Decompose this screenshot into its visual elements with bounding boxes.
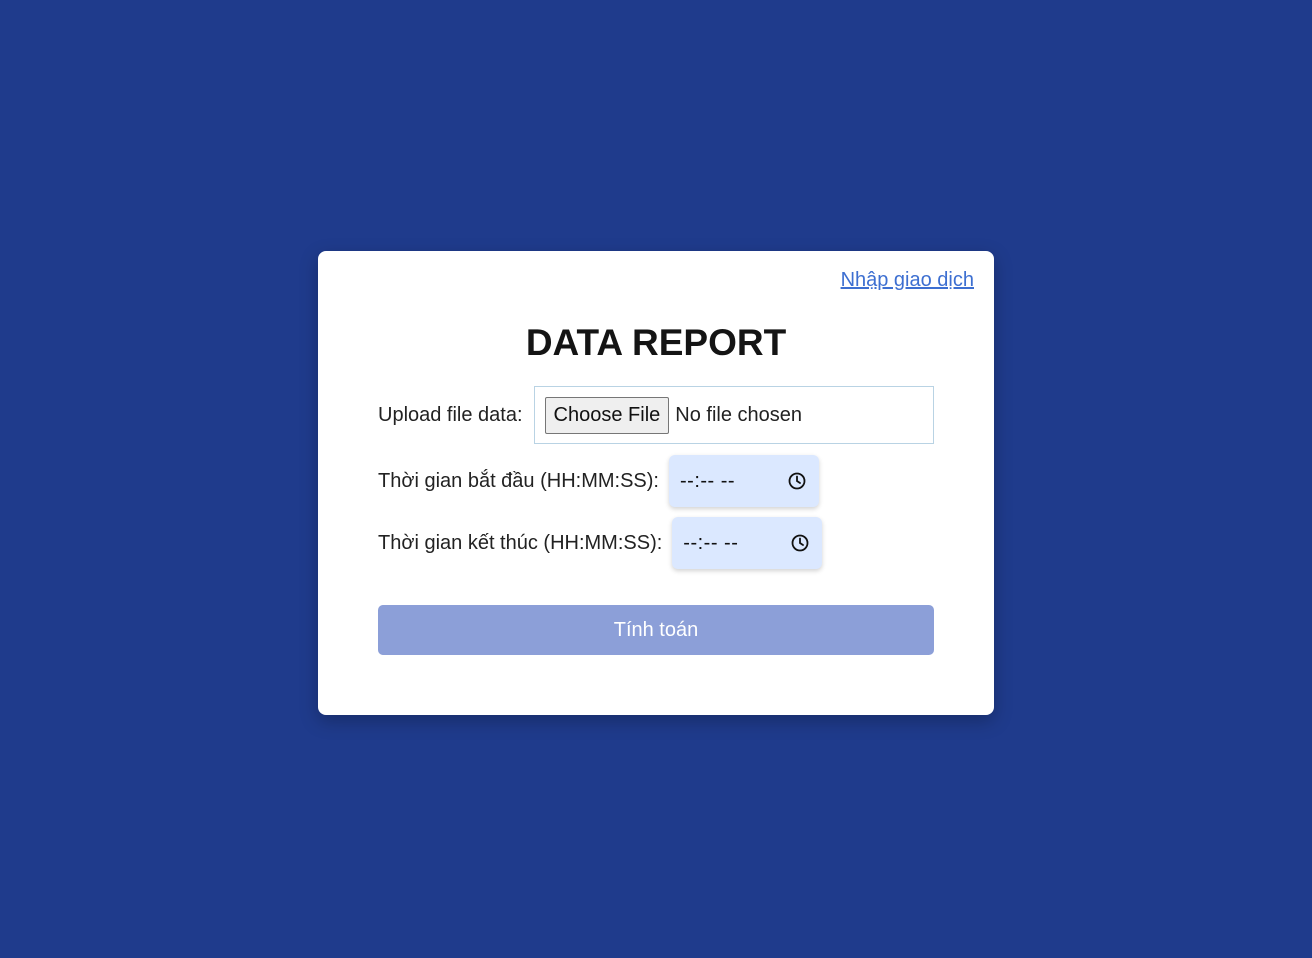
report-card: Nhập giao dịch DATA REPORT Upload file d…: [318, 251, 994, 715]
clock-icon[interactable]: [787, 471, 807, 491]
end-time-input[interactable]: --:-- --: [672, 517, 823, 569]
end-time-label: Thời gian kết thúc (HH:MM:SS):: [378, 531, 663, 554]
calculate-button[interactable]: Tính toán: [378, 605, 934, 655]
file-status-text: No file chosen: [675, 403, 803, 426]
end-time-value: --:-- --: [683, 531, 739, 554]
start-time-value: --:-- --: [680, 469, 736, 492]
enter-transaction-link[interactable]: Nhập giao dịch: [841, 269, 974, 292]
choose-file-button[interactable]: Choose File: [544, 396, 670, 434]
page-title: DATA REPORT: [525, 322, 787, 363]
end-time-row: Thời gian kết thúc (HH:MM:SS): --:-- --: [378, 517, 823, 569]
upload-label: Upload file data:: [378, 403, 523, 426]
upload-row: Upload file data: Choose File No file ch…: [378, 386, 934, 444]
start-time-label: Thời gian bắt đầu (HH:MM:SS):: [378, 469, 659, 492]
start-time-row: Thời gian bắt đầu (HH:MM:SS): --:-- --: [378, 455, 819, 507]
file-input[interactable]: Choose File No file chosen: [533, 386, 934, 444]
clock-icon[interactable]: [790, 533, 810, 553]
start-time-input[interactable]: --:-- --: [669, 455, 819, 507]
